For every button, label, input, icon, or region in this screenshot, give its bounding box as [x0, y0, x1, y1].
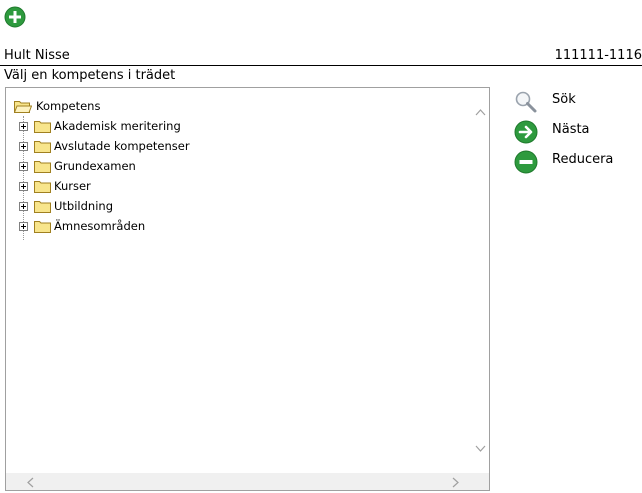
expand-plus-icon[interactable] [19, 202, 28, 211]
folder-icon [34, 201, 51, 213]
scroll-up-icon[interactable] [475, 108, 486, 116]
expand-plus-icon[interactable] [19, 182, 28, 191]
next-button[interactable]: Nästa [514, 118, 634, 148]
tree-node-label: Kurser [54, 179, 91, 193]
search-button[interactable]: Sök [514, 88, 634, 118]
vertical-scrollbar[interactable] [472, 88, 489, 473]
magnifier-icon [515, 91, 537, 113]
horizontal-scrollbar[interactable] [6, 473, 489, 490]
scroll-down-icon[interactable] [475, 445, 486, 453]
minus-circle-icon [514, 150, 538, 174]
expand-plus-icon[interactable] [19, 162, 28, 171]
folder-icon [34, 161, 51, 173]
person-header: Hult Nisse 111111-1116 [0, 48, 642, 66]
folder-icon [34, 121, 51, 133]
next-label: Nästa [552, 122, 590, 137]
reduce-button[interactable]: Reducera [514, 148, 634, 178]
search-label: Sök [552, 92, 576, 107]
expand-plus-icon[interactable] [19, 122, 28, 131]
folder-icon [34, 221, 51, 233]
tree-instruction: Välj en kompetens i trädet [4, 68, 176, 83]
expand-plus-icon[interactable] [19, 222, 28, 231]
action-panel: Sök Nästa Reducera [514, 88, 634, 178]
tree-node-label: Akademisk meritering [54, 119, 181, 133]
person-id: 111111-1116 [554, 48, 642, 63]
tree-node-label: Grundexamen [54, 159, 136, 173]
expand-plus-icon[interactable] [19, 142, 28, 151]
arrow-right-circle-icon [514, 120, 538, 144]
scroll-left-icon[interactable] [26, 477, 34, 488]
tree-node-label: Avslutade kompetenser [54, 139, 190, 153]
person-name: Hult Nisse [4, 48, 70, 63]
tree-root-label: Kompetens [36, 99, 101, 113]
folder-icon [34, 181, 51, 193]
tree-node-label: Utbildning [54, 199, 113, 213]
folder-icon [34, 141, 51, 153]
add-icon[interactable] [4, 6, 26, 28]
competence-tree-panel[interactable]: Kompetens Akademisk meritering Avslutade… [5, 87, 490, 491]
scroll-right-icon[interactable] [452, 477, 460, 488]
reduce-label: Reducera [552, 152, 614, 167]
tree-node-label: Ämnesområden [54, 219, 146, 233]
open-folder-icon [14, 101, 32, 113]
